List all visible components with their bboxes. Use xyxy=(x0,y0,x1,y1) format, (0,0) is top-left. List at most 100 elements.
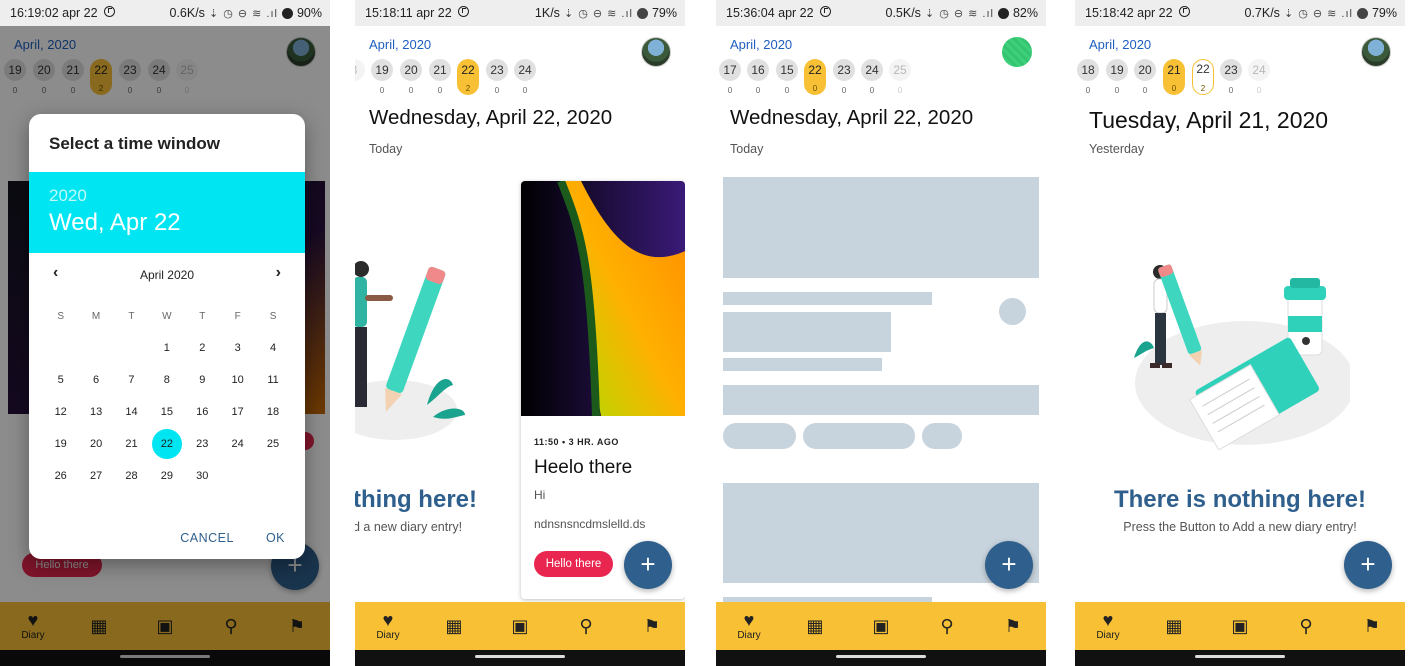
day-chip[interactable]: 18 0 xyxy=(1077,59,1099,95)
add-entry-fab[interactable]: + xyxy=(624,541,672,589)
add-entry-fab[interactable]: + xyxy=(985,541,1033,589)
nav-calendar[interactable]: ▣ xyxy=(1215,604,1265,648)
dialog-header: 2020 Wed, Apr 22 xyxy=(29,172,305,253)
calendar-day[interactable]: 16 xyxy=(185,406,220,418)
heart-icon: ♥ xyxy=(743,610,755,630)
status-speed: 0.5K/s xyxy=(885,6,921,20)
entry-title: Heelo there xyxy=(534,457,633,478)
calendar-day[interactable]: 1 xyxy=(149,342,184,354)
cancel-button[interactable]: CANCEL xyxy=(180,531,234,545)
nav-diary[interactable]: ♥ Diary xyxy=(724,604,774,648)
calendar-day[interactable]: 19 xyxy=(43,438,78,450)
calendar-day[interactable]: 10 xyxy=(220,374,255,386)
day-chip[interactable]: 16 0 xyxy=(747,59,769,95)
calendar-day[interactable]: 21 xyxy=(114,438,149,450)
calendar-day[interactable]: 20 xyxy=(78,438,113,450)
gesture-bar[interactable] xyxy=(475,655,565,658)
nav-search[interactable]: ⚲ xyxy=(561,604,611,648)
day-chip[interactable]: 25 0 xyxy=(889,59,911,95)
month-label[interactable]: April, 2020 xyxy=(369,37,431,52)
calendar-day[interactable]: 7 xyxy=(114,374,149,386)
day-chip[interactable]: 20 0 xyxy=(1134,59,1156,95)
entry-chip[interactable]: Hello there xyxy=(534,551,613,577)
flag-icon: ⚑ xyxy=(1363,616,1381,636)
screen-entry-list: 15:18:11 apr 22 1K/s ⇣ ◷ ⊖ ≋ .ıl 79% Apr… xyxy=(355,0,685,666)
status-time: 15:18:11 apr 22 xyxy=(365,6,469,20)
calendar-day[interactable]: 25 xyxy=(255,438,290,450)
day-chip[interactable]: 24 0 xyxy=(514,59,536,95)
status-bar: 15:18:42 apr 22 0.7K/s ⇣ ◷ ⊖ ≋ .ıl 79% xyxy=(1075,0,1405,26)
nav-dashboard[interactable]: ▦ xyxy=(429,604,479,648)
calendar-day[interactable]: 27 xyxy=(78,470,113,482)
empty-state-subtitle: Press the Button to Add a new diary entr… xyxy=(1123,520,1357,534)
calendar-day[interactable]: 28 xyxy=(114,470,149,482)
calendar-day[interactable]: 15 xyxy=(149,406,184,418)
day-chip[interactable]: 19 0 xyxy=(1106,59,1128,95)
calendar-day[interactable]: 8 xyxy=(149,374,184,386)
nav-flag[interactable]: ⚑ xyxy=(988,604,1038,648)
day-chip[interactable]: 24 0 xyxy=(861,59,883,95)
calendar-day[interactable]: 13 xyxy=(78,406,113,418)
nav-search[interactable]: ⚲ xyxy=(922,604,972,648)
page-title: Wednesday, April 22, 2020 xyxy=(369,106,613,129)
nav-flag[interactable]: ⚑ xyxy=(627,604,677,648)
gesture-area xyxy=(716,650,1046,666)
gesture-bar[interactable] xyxy=(836,655,926,658)
day-chip[interactable]: 19 0 xyxy=(371,59,393,95)
calendar-day[interactable]: 14 xyxy=(114,406,149,418)
battery-icon xyxy=(1356,7,1368,19)
day-chip[interactable]: 17 0 xyxy=(719,59,741,95)
page-subtitle: Today xyxy=(730,142,764,156)
day-chip[interactable]: 23 0 xyxy=(833,59,855,95)
day-chip[interactable]: 21 0 xyxy=(429,59,451,95)
calendar-day[interactable]: 3 xyxy=(220,342,255,354)
day-chip-selected[interactable]: 21 0 xyxy=(1163,59,1185,95)
calendar-day[interactable]: 30 xyxy=(185,470,220,482)
nav-calendar[interactable]: ▣ xyxy=(856,604,906,648)
day-chip[interactable]: 15 0 xyxy=(776,59,798,95)
calendar-day[interactable]: 23 xyxy=(185,438,220,450)
nav-search[interactable]: ⚲ xyxy=(1281,604,1331,648)
day-chip[interactable]: 8 xyxy=(355,59,365,81)
calendar-day[interactable]: 17 xyxy=(220,406,255,418)
chevron-right-icon[interactable]: › xyxy=(276,264,281,282)
status-bar: 15:36:04 apr 22 0.5K/s ⇣ ◷ ⊖ ≋ .ıl 82% xyxy=(716,0,1046,26)
page-title: Wednesday, April 22, 2020 xyxy=(730,106,974,129)
selected-year[interactable]: 2020 xyxy=(49,186,87,206)
day-chip-selected[interactable]: 22 0 xyxy=(804,59,826,95)
calendar-day[interactable]: 11 xyxy=(255,374,290,386)
calendar-day[interactable]: 24 xyxy=(220,438,255,450)
calendar-day[interactable]: 12 xyxy=(43,406,78,418)
screen-loading: 15:36:04 apr 22 0.5K/s ⇣ ◷ ⊖ ≋ .ıl 82% A… xyxy=(716,0,1046,666)
skeleton-block xyxy=(723,177,1039,278)
month-label[interactable]: April, 2020 xyxy=(730,37,792,52)
day-chip[interactable]: 23 0 xyxy=(486,59,508,95)
nav-dashboard[interactable]: ▦ xyxy=(790,604,840,648)
ok-button[interactable]: OK xyxy=(266,531,285,545)
calendar-day[interactable]: 29 xyxy=(149,470,184,482)
skeleton-line xyxy=(723,358,882,371)
calendar-day[interactable]: 18 xyxy=(255,406,290,418)
month-label[interactable]: April, 2020 xyxy=(1089,37,1151,52)
nav-flag[interactable]: ⚑ xyxy=(1347,604,1397,648)
gesture-bar[interactable] xyxy=(1195,655,1285,658)
calendar-day[interactable]: 5 xyxy=(43,374,78,386)
nav-diary[interactable]: ♥ Diary xyxy=(1083,604,1133,648)
day-chip[interactable]: 20 0 xyxy=(400,59,422,95)
nav-dashboard[interactable]: ▦ xyxy=(1149,604,1199,648)
calendar-day[interactable]: 2 xyxy=(185,342,220,354)
calendar-day[interactable]: 4 xyxy=(255,342,290,354)
nav-calendar[interactable]: ▣ xyxy=(495,604,545,648)
nav-diary[interactable]: ♥ Diary xyxy=(363,604,413,648)
diary-entry-card[interactable]: 11:50 • 3 HR. AGO Heelo there Hi ndnsnsn… xyxy=(521,181,685,599)
calendar-day[interactable]: 26 xyxy=(43,470,78,482)
day-chip[interactable]: 24 0 xyxy=(1248,59,1270,95)
day-chip[interactable]: 23 0 xyxy=(1220,59,1242,95)
day-chip-today[interactable]: 22 2 xyxy=(1192,59,1214,95)
flag-icon: ⚑ xyxy=(643,616,661,636)
calendar-day[interactable]: 6 xyxy=(78,374,113,386)
calendar-day-selected[interactable]: 22 xyxy=(149,429,184,459)
add-entry-fab[interactable]: + xyxy=(1344,541,1392,589)
calendar-day[interactable]: 9 xyxy=(185,374,220,386)
day-chip-selected[interactable]: 22 2 xyxy=(457,59,479,95)
